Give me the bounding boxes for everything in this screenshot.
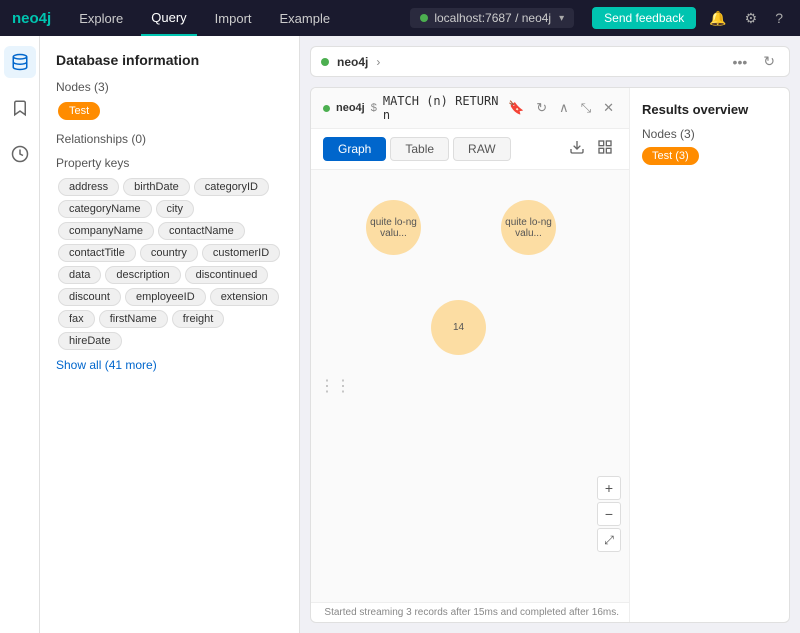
query-bar-refresh-icon[interactable]: ↻ <box>759 53 779 70</box>
feedback-button[interactable]: Send feedback <box>592 7 696 29</box>
property-key-tag[interactable]: address <box>58 178 119 196</box>
nav-import[interactable]: Import <box>205 0 262 36</box>
property-keys-section: Property keys addressbirthDatecategoryID… <box>56 156 283 372</box>
zoom-in-button[interactable]: + <box>597 476 621 500</box>
graph-controls: + − ⤢ <box>597 476 621 552</box>
property-key-tag[interactable]: contactTitle <box>58 244 136 262</box>
query-expand-icon[interactable]: ⤡ <box>578 100 594 116</box>
server-label: localhost:7687 / neo4j <box>434 11 551 25</box>
graph-node[interactable]: quite lo-ng valu... <box>366 200 421 255</box>
db-panel-title: Database information <box>56 52 283 68</box>
query-bar-arrow: › <box>376 55 380 69</box>
fit-graph-button[interactable]: ⤢ <box>597 528 621 552</box>
relationships-section: Relationships (0) <box>56 132 283 146</box>
query-mini-status-dot <box>323 105 330 112</box>
content-area: neo4j › ••• ↻ neo4j $ MATCH (n) RETURN n… <box>300 36 800 633</box>
property-keys-label: Property keys <box>56 156 283 170</box>
graph-node[interactable]: quite lo-ng valu... <box>501 200 556 255</box>
property-key-tag[interactable]: fax <box>58 310 95 328</box>
sidebar-icon-bookmark[interactable] <box>4 92 36 124</box>
property-key-tag[interactable]: categoryName <box>58 200 152 218</box>
query-close-icon[interactable]: ✕ <box>600 100 617 116</box>
graph-area[interactable]: ⋮⋮ + − ⤢ quite lo-ng valu... quite lo-ng … <box>311 170 629 602</box>
topnav: neo4j Explore Query Import Example local… <box>0 0 800 36</box>
grid-view-icon[interactable] <box>593 139 617 159</box>
help-icon[interactable]: ? <box>770 10 788 26</box>
property-key-tag[interactable]: discontinued <box>185 266 269 284</box>
tab-raw[interactable]: RAW <box>453 137 511 161</box>
results-overview: Results overview Nodes (3) Test (3) <box>629 88 789 622</box>
query-mini-db-label: neo4j <box>336 102 365 114</box>
query-mini-dollar: $ <box>371 102 377 114</box>
property-key-tag[interactable]: freight <box>172 310 225 328</box>
query-mini-bar: neo4j $ MATCH (n) RETURN n 🔖 ↻ ∧ ⤡ ✕ <box>311 88 629 129</box>
tab-table[interactable]: Table <box>390 137 449 161</box>
property-key-tag[interactable]: extension <box>210 288 279 306</box>
server-indicator[interactable]: localhost:7687 / neo4j ▾ <box>410 8 574 28</box>
server-status-dot <box>420 14 428 22</box>
property-key-tag[interactable]: data <box>58 266 101 284</box>
query-bar-status-dot <box>321 58 329 66</box>
property-key-tag[interactable]: firstName <box>99 310 168 328</box>
relationships-label: Relationships (0) <box>56 132 283 146</box>
query-code-display: MATCH (n) RETURN n <box>383 94 499 122</box>
nav-explore[interactable]: Explore <box>69 0 133 36</box>
nodes-label: Nodes (3) <box>56 80 283 94</box>
main-layout: Database information Nodes (3) Test Rela… <box>0 36 800 633</box>
show-all-button[interactable]: Show all (41 more) <box>56 358 283 372</box>
results-test-tag[interactable]: Test (3) <box>642 147 699 165</box>
settings-icon[interactable]: ⚙ <box>740 10 763 27</box>
zoom-out-button[interactable]: − <box>597 502 621 526</box>
test-node-tag[interactable]: Test <box>58 102 100 120</box>
icon-sidebar <box>0 36 40 633</box>
db-panel: Database information Nodes (3) Test Rela… <box>40 36 300 633</box>
property-key-tag[interactable]: birthDate <box>123 178 190 196</box>
graph-node[interactable]: 14 <box>431 300 486 355</box>
result-panel: neo4j $ MATCH (n) RETURN n 🔖 ↻ ∧ ⤡ ✕ Gra… <box>310 87 790 623</box>
query-bookmark-icon[interactable]: 🔖 <box>505 100 527 116</box>
query-bar: neo4j › ••• ↻ <box>310 46 790 77</box>
property-key-tag[interactable]: companyName <box>58 222 154 240</box>
tab-graph[interactable]: Graph <box>323 137 386 161</box>
server-chevron-icon: ▾ <box>559 13 564 24</box>
property-key-tag[interactable]: employeeID <box>125 288 206 306</box>
query-bar-more-icon[interactable]: ••• <box>729 54 752 70</box>
property-key-tag[interactable]: discount <box>58 288 121 306</box>
property-key-tag[interactable]: contactName <box>158 222 245 240</box>
property-key-tag[interactable]: hireDate <box>58 332 122 350</box>
sidebar-icon-database[interactable] <box>4 46 36 78</box>
nodes-section: Nodes (3) Test <box>56 80 283 122</box>
property-key-tag[interactable]: description <box>105 266 180 284</box>
query-refresh-icon[interactable]: ↻ <box>533 100 550 116</box>
app-logo: neo4j <box>12 10 51 27</box>
query-chevron-up-icon[interactable]: ∧ <box>556 100 572 116</box>
property-key-tag[interactable]: city <box>156 200 195 218</box>
property-key-tag[interactable]: categoryID <box>194 178 269 196</box>
result-toolbar: Graph Table RAW <box>311 129 629 170</box>
results-overview-title: Results overview <box>642 102 777 117</box>
download-icon[interactable] <box>565 139 589 159</box>
drag-handle-icon: ⋮⋮ <box>319 376 351 396</box>
result-main: neo4j $ MATCH (n) RETURN n 🔖 ↻ ∧ ⤡ ✕ Gra… <box>311 88 629 622</box>
nav-example[interactable]: Example <box>270 0 341 36</box>
property-key-tag[interactable]: country <box>140 244 198 262</box>
property-keys-list: addressbirthDatecategoryID categoryNameci… <box>56 176 283 352</box>
results-nodes-count: Nodes (3) <box>642 127 777 141</box>
graph-status: Started streaming 3 records after 15ms a… <box>311 602 629 622</box>
notification-icon[interactable]: 🔔 <box>704 10 731 27</box>
query-bar-db-label: neo4j <box>337 55 368 69</box>
property-key-tag[interactable]: customerID <box>202 244 280 262</box>
sidebar-icon-history[interactable] <box>4 138 36 170</box>
nav-query[interactable]: Query <box>141 0 196 36</box>
